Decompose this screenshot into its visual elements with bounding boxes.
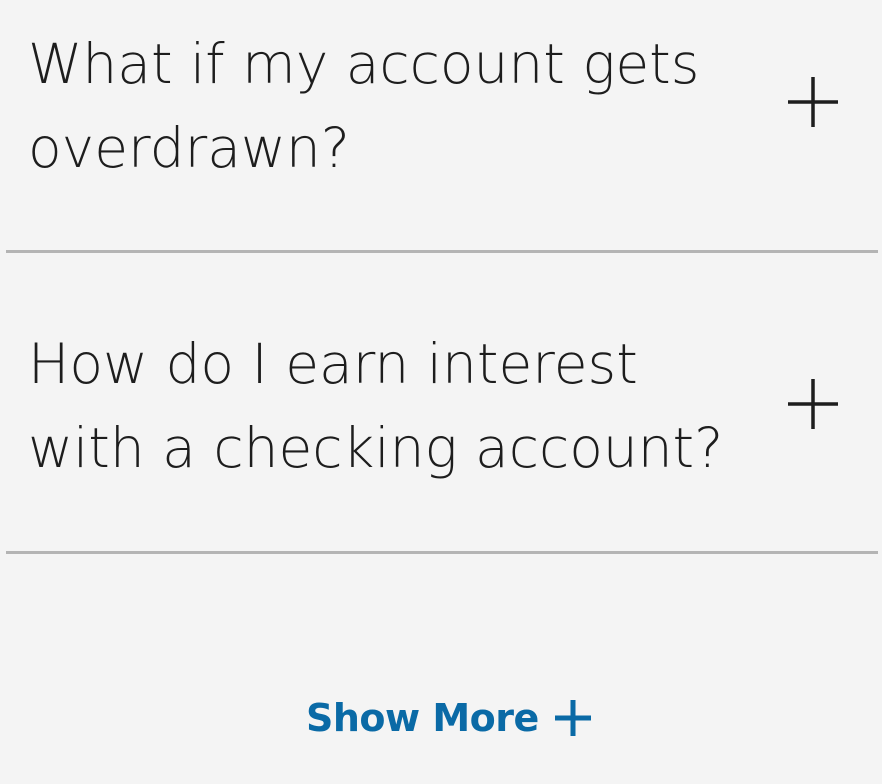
plus-icon — [554, 700, 591, 736]
faq-question[interactable]: What if my account gets overdrawn? — [28, 22, 748, 190]
expand-toggle-button[interactable] — [787, 76, 839, 128]
faq-question-line: What if my account gets — [28, 32, 700, 96]
faq-question-line: overdrawn? — [28, 116, 350, 180]
plus-icon — [788, 379, 838, 429]
expand-toggle-button[interactable] — [787, 378, 839, 430]
faq-divider — [6, 551, 878, 554]
faq-page: What if my account gets overdrawn? How d… — [0, 0, 882, 784]
show-more-button[interactable]: Show More — [306, 690, 593, 746]
faq-question[interactable]: How do I earn interest with a checking a… — [28, 322, 748, 490]
faq-item-interest[interactable]: How do I earn interest with a checking a… — [0, 253, 882, 553]
faq-question-line: How do I earn interest — [28, 332, 638, 396]
show-more-label: Show More — [306, 696, 539, 740]
faq-question-line: with a checking account? — [28, 416, 724, 480]
faq-item-overdrawn[interactable]: What if my account gets overdrawn? — [0, 0, 882, 252]
plus-icon — [788, 77, 838, 127]
